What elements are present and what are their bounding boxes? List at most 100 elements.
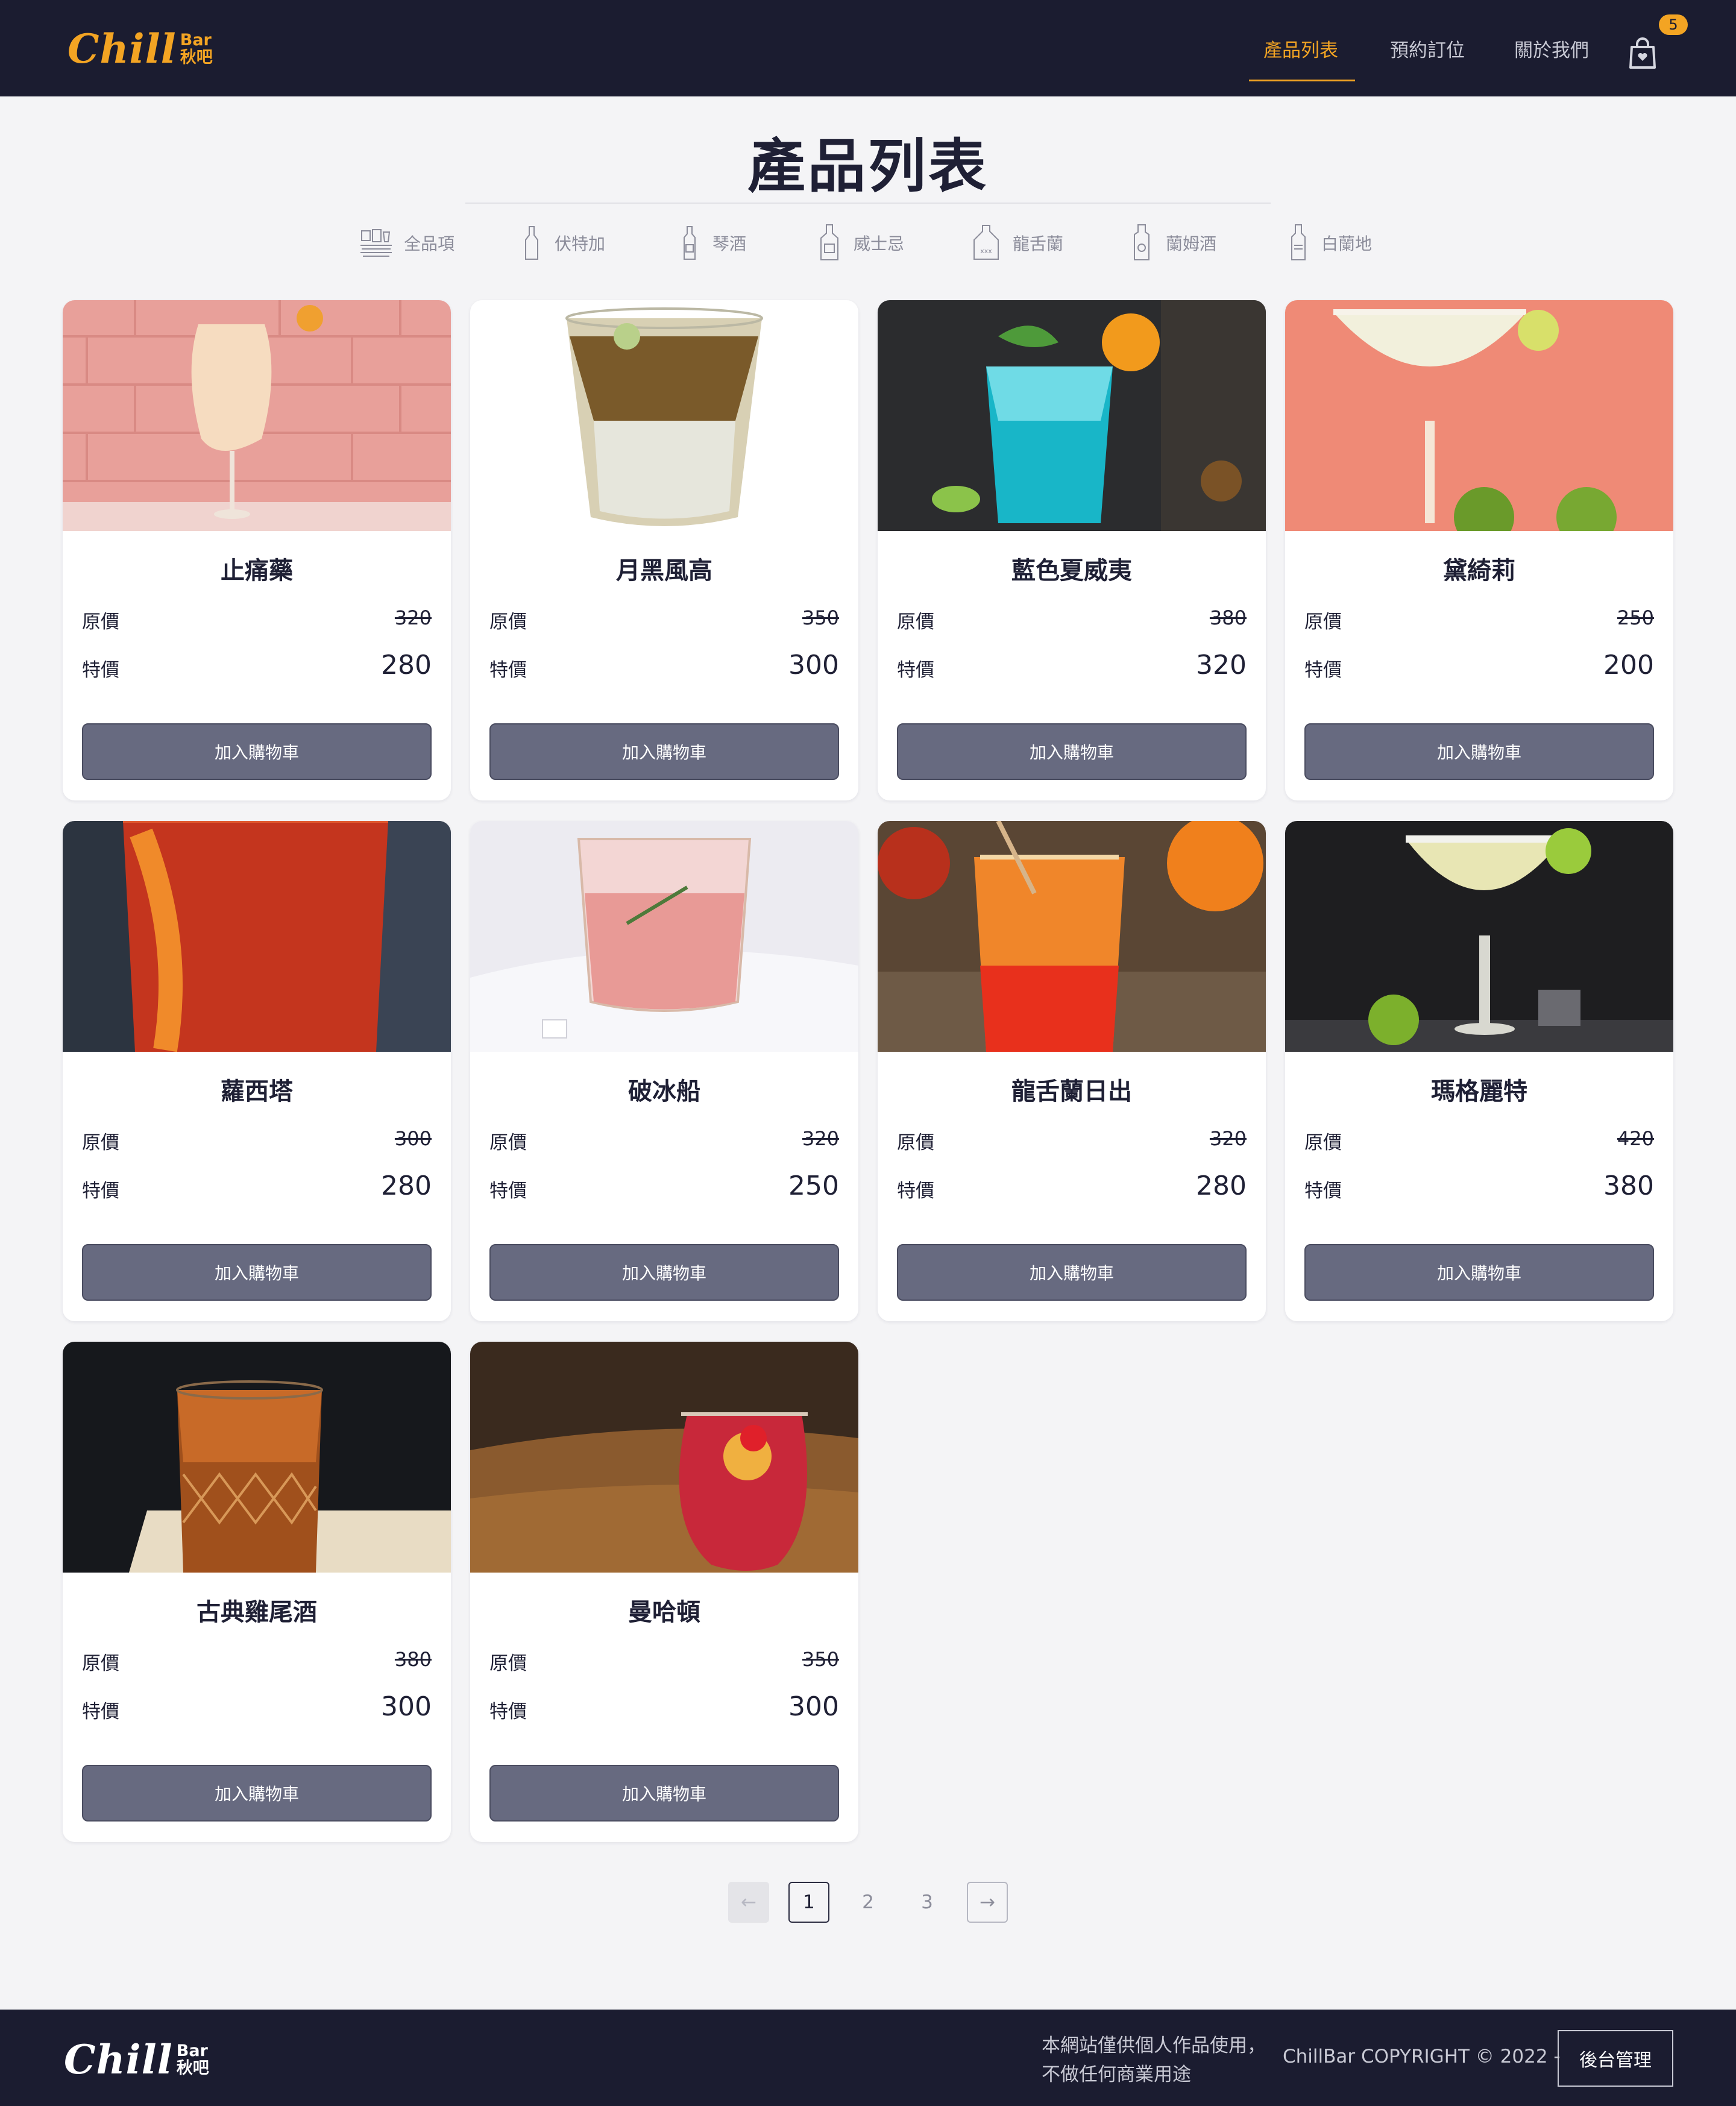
product-card: 曼哈頓 原價 350 特價 300 加入購物車 xyxy=(470,1342,858,1842)
original-price-label: 原價 xyxy=(82,1653,119,1674)
sale-price: 200 xyxy=(1603,650,1654,681)
pagination-prev-button[interactable]: ← xyxy=(728,1882,769,1923)
original-price-label: 原價 xyxy=(489,1132,527,1154)
brand-logo[interactable]: Chill Bar 秋吧 xyxy=(68,29,213,69)
product-image[interactable] xyxy=(63,1342,451,1573)
sale-price: 380 xyxy=(1603,1171,1654,1201)
title-divider xyxy=(465,203,1271,204)
brand-sub-en: Bar xyxy=(180,31,212,50)
add-to-cart-button[interactable]: 加入購物車 xyxy=(1304,1244,1654,1301)
footer-disclaimer: 本網站僅供個人作品使用， 不做任何商業用途 xyxy=(1042,2031,1266,2089)
add-to-cart-button[interactable]: 加入購物車 xyxy=(82,1765,432,1822)
original-price: 350 xyxy=(802,606,839,629)
product-image[interactable] xyxy=(470,1342,858,1573)
category-label: 龍舌蘭 xyxy=(1013,234,1064,254)
original-price-label: 原價 xyxy=(897,611,934,633)
product-image[interactable] xyxy=(470,300,858,531)
gin-bottle-icon xyxy=(684,226,696,260)
product-card: 止痛藥 原價 320 特價 280 加入購物車 xyxy=(63,300,451,800)
product-image[interactable] xyxy=(63,821,451,1052)
add-to-cart-button[interactable]: 加入購物車 xyxy=(489,723,839,780)
product-name: 曼哈頓 xyxy=(628,1598,700,1626)
category-label: 威士忌 xyxy=(854,234,905,254)
original-price: 380 xyxy=(394,1648,432,1671)
brand-name: Chill xyxy=(68,25,177,72)
category-brandy[interactable]: 白蘭地 xyxy=(1286,222,1372,264)
pagination-page-1[interactable]: 1 xyxy=(788,1882,829,1923)
category-gin[interactable]: 琴酒 xyxy=(678,222,746,264)
category-vodka[interactable]: 伏特加 xyxy=(520,222,605,264)
product-name: 瑪格麗特 xyxy=(1431,1078,1527,1105)
product-image[interactable] xyxy=(63,300,451,531)
product-card: 藍色夏威夷 原價 380 特價 320 加入購物車 xyxy=(878,300,1266,800)
product-name: 月黑風高 xyxy=(616,557,712,585)
pagination-next-button[interactable]: → xyxy=(967,1882,1008,1923)
original-price: 320 xyxy=(394,606,432,629)
category-whisky[interactable]: 威士忌 xyxy=(816,222,904,264)
product-image[interactable] xyxy=(878,300,1266,531)
brand-sub-zh: 秋吧 xyxy=(180,48,213,67)
category-label: 琴酒 xyxy=(712,234,747,254)
sale-price-label: 特價 xyxy=(1304,1180,1342,1202)
sale-price: 300 xyxy=(788,1691,839,1722)
category-all[interactable]: 全品項 xyxy=(359,222,454,264)
sale-price-label: 特價 xyxy=(82,659,119,681)
product-card: 蘿西塔 原價 300 特價 280 加入購物車 xyxy=(63,821,451,1321)
cart-button[interactable] xyxy=(1628,36,1658,70)
original-price-label: 原價 xyxy=(897,1132,934,1154)
sale-price-label: 特價 xyxy=(82,1701,119,1723)
product-image[interactable] xyxy=(1285,821,1673,1052)
product-card: 瑪格麗特 原價 420 特價 380 加入購物車 xyxy=(1285,821,1673,1321)
sale-price: 280 xyxy=(1196,1171,1247,1201)
original-price-label: 原價 xyxy=(1304,611,1342,633)
product-card: 月黑風高 原價 350 特價 300 加入購物車 xyxy=(470,300,858,800)
brandy-bottle-icon xyxy=(1291,224,1306,260)
original-price: 350 xyxy=(802,1648,839,1671)
pagination-page-3[interactable]: 3 xyxy=(907,1882,948,1923)
nav-item-products[interactable]: 產品列表 xyxy=(1263,35,1338,62)
original-price: 250 xyxy=(1617,606,1654,629)
sale-price-label: 特價 xyxy=(897,659,934,681)
add-to-cart-button[interactable]: 加入購物車 xyxy=(1304,723,1654,780)
footer-copyright: ChillBar COPYRIGHT © 2022 - xyxy=(1283,2046,1561,2067)
vodka-bottle-icon xyxy=(525,226,538,260)
category-rum[interactable]: 蘭姆酒 xyxy=(1128,222,1216,264)
add-to-cart-button[interactable]: 加入購物車 xyxy=(82,1244,432,1301)
tequila-bottle-icon: xxx xyxy=(973,225,999,260)
product-card: 龍舌蘭日出 原價 320 特價 280 加入購物車 xyxy=(878,821,1266,1321)
product-image[interactable] xyxy=(1285,300,1673,531)
original-price-label: 原價 xyxy=(82,611,119,633)
add-to-cart-button[interactable]: 加入購物車 xyxy=(82,723,432,780)
add-to-cart-button[interactable]: 加入購物車 xyxy=(897,1244,1247,1301)
original-price: 420 xyxy=(1617,1127,1654,1150)
brand-name: Chill xyxy=(64,2036,173,2083)
footer-note-line1: 本網站僅供個人作品使用， xyxy=(1042,2035,1266,2057)
category-label: 蘭姆酒 xyxy=(1166,234,1217,254)
nav-item-reservation[interactable]: 預約訂位 xyxy=(1390,35,1465,62)
sale-price: 300 xyxy=(381,1691,432,1722)
footer-logo[interactable]: Chill Bar 秋吧 xyxy=(64,2040,209,2079)
glasses-icon xyxy=(360,229,392,257)
product-image[interactable] xyxy=(470,821,858,1052)
site-footer: Chill Bar 秋吧 本網站僅供個人作品使用， 不做任何商業用途 Chill… xyxy=(0,2010,1736,2106)
pagination-page-2[interactable]: 2 xyxy=(848,1882,888,1923)
page-title: 產品列表 xyxy=(747,133,989,200)
original-price-label: 原價 xyxy=(82,1132,119,1154)
product-name: 藍色夏威夷 xyxy=(1011,557,1132,585)
category-tequila[interactable]: xxx 龍舌蘭 xyxy=(970,222,1063,264)
whisky-bottle-icon xyxy=(820,224,838,260)
admin-button[interactable]: 後台管理 xyxy=(1558,2030,1673,2087)
product-name: 古典雞尾酒 xyxy=(197,1598,317,1626)
add-to-cart-button[interactable]: 加入購物車 xyxy=(897,723,1247,780)
sale-price: 320 xyxy=(1196,650,1247,681)
original-price-label: 原價 xyxy=(1304,1132,1342,1154)
add-to-cart-button[interactable]: 加入購物車 xyxy=(489,1765,839,1822)
original-price: 320 xyxy=(802,1127,839,1150)
nav-item-about[interactable]: 關於我們 xyxy=(1514,35,1589,62)
sale-price-label: 特價 xyxy=(897,1180,934,1202)
add-to-cart-button[interactable]: 加入購物車 xyxy=(489,1244,839,1301)
product-image[interactable] xyxy=(878,821,1266,1052)
original-price: 300 xyxy=(394,1127,432,1150)
cart-count-badge: 5 xyxy=(1659,14,1688,35)
product-name: 黛綺莉 xyxy=(1443,557,1515,585)
